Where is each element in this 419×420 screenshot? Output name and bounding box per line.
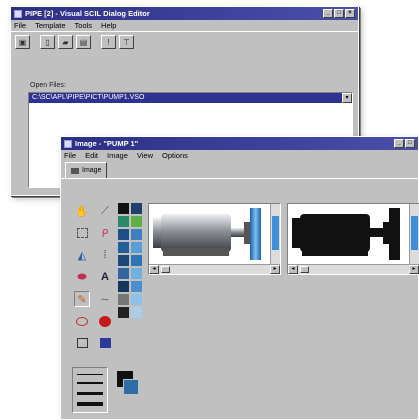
tab-image[interactable]: Image xyxy=(65,162,108,178)
line-width-option[interactable] xyxy=(77,374,103,375)
window-title: Image - "PUMP 1" xyxy=(75,139,139,148)
maximize-button[interactable]: □ xyxy=(405,139,415,148)
line-width-option[interactable] xyxy=(77,401,103,406)
color-swatch[interactable] xyxy=(118,281,129,292)
color-swatch[interactable] xyxy=(118,242,129,253)
chevron-down-icon[interactable]: ▾ xyxy=(342,93,352,103)
spray-icon[interactable]: ⁞ xyxy=(97,247,113,263)
lasso-icon[interactable]: ᑭ xyxy=(97,225,113,241)
line-width-option[interactable] xyxy=(77,382,103,385)
image-editor-window: Image - "PUMP 1" _ □ File Edit Image Vie… xyxy=(60,136,419,420)
open-icon[interactable]: ▰ xyxy=(58,35,73,49)
color-palette xyxy=(118,203,142,318)
text-icon[interactable]: A xyxy=(97,269,113,285)
close-button[interactable]: × xyxy=(345,9,355,18)
find-icon[interactable]: ⊤ xyxy=(119,35,134,49)
color-swatch[interactable] xyxy=(131,216,142,227)
app-icon xyxy=(64,139,72,148)
select-rect-icon[interactable] xyxy=(74,225,90,241)
pump-mask-image xyxy=(292,208,400,260)
window-title: PIPE [2] - Visual SCIL Dialog Editor xyxy=(25,9,150,18)
scroll-right-icon[interactable]: ▸ xyxy=(270,265,280,274)
menu-file[interactable]: File xyxy=(64,151,76,160)
color-swatch[interactable] xyxy=(131,203,142,214)
color-swatch[interactable] xyxy=(131,307,142,318)
menu-template[interactable]: Template xyxy=(35,21,65,30)
color-swatch[interactable] xyxy=(118,229,129,240)
menu-file[interactable]: File xyxy=(14,21,26,30)
line-width-option[interactable] xyxy=(77,391,103,395)
eyedropper-icon[interactable]: ⟋ xyxy=(97,203,113,219)
scroll-right-icon[interactable]: ▸ xyxy=(409,265,419,274)
current-colors[interactable] xyxy=(117,371,143,399)
new-icon[interactable]: ▯ xyxy=(40,35,55,49)
color-swatch[interactable] xyxy=(118,268,129,279)
toolbar: ▣ ▯ ▰ ▤ ! ⊤ xyxy=(11,31,358,52)
info-icon[interactable]: ! xyxy=(101,35,116,49)
color-swatch[interactable] xyxy=(118,307,129,318)
vertical-scrollbar[interactable] xyxy=(270,204,280,266)
menubar: File Edit Image View Options xyxy=(61,150,418,161)
menu-image[interactable]: Image xyxy=(107,151,128,160)
open-files-label: Open Files: xyxy=(30,82,66,89)
scroll-thumb[interactable] xyxy=(161,266,170,273)
color-swatch[interactable] xyxy=(118,203,129,214)
curve-icon[interactable]: ∼ xyxy=(97,291,113,307)
app-icon xyxy=(14,9,22,18)
color-swatch[interactable] xyxy=(131,229,142,240)
tab-row: Image xyxy=(61,161,418,179)
filled-rectangle-icon[interactable] xyxy=(97,335,113,351)
maximize-button[interactable]: □ xyxy=(334,9,344,18)
menu-tools[interactable]: Tools xyxy=(75,21,93,30)
image-canvas[interactable]: ◂ ▸ xyxy=(148,203,281,275)
mask-canvas[interactable]: ◂ ▸ xyxy=(287,203,419,275)
scroll-left-icon[interactable]: ◂ xyxy=(149,265,159,274)
list-item[interactable]: C:\SC\APL\PIPE\PICT\PUMP1.VSO xyxy=(29,93,342,103)
rectangle-icon[interactable] xyxy=(74,335,90,351)
line-width-selector[interactable] xyxy=(72,367,108,413)
ellipse-icon[interactable] xyxy=(74,313,90,329)
color-swatch[interactable] xyxy=(118,216,129,227)
color-swatch[interactable] xyxy=(118,294,129,305)
filled-ellipse-icon[interactable] xyxy=(97,313,113,329)
color-swatch[interactable] xyxy=(118,255,129,266)
pencil-icon[interactable]: ✎ xyxy=(74,291,90,307)
background-color[interactable] xyxy=(123,379,139,395)
scroll-thumb[interactable] xyxy=(300,266,309,273)
menu-edit[interactable]: Edit xyxy=(85,151,98,160)
image-editor-titlebar[interactable]: Image - "PUMP 1" _ □ xyxy=(61,137,418,150)
menu-options[interactable]: Options xyxy=(162,151,188,160)
horizontal-scrollbar[interactable]: ◂ ▸ xyxy=(149,264,280,274)
menubar: File Template Tools Help xyxy=(11,20,358,31)
horizontal-scrollbar[interactable]: ◂ ▸ xyxy=(288,264,419,274)
eraser-icon[interactable]: ⬬ xyxy=(74,269,90,285)
color-swatch[interactable] xyxy=(131,242,142,253)
color-swatch[interactable] xyxy=(131,294,142,305)
menu-view[interactable]: View xyxy=(137,151,153,160)
fill-icon[interactable]: ◭ xyxy=(74,247,90,263)
tab-label: Image xyxy=(82,167,102,174)
dialog-editor-titlebar[interactable]: PIPE [2] - Visual SCIL Dialog Editor _ □… xyxy=(11,7,358,20)
minimize-button[interactable]: _ xyxy=(323,9,333,18)
minimize-button[interactable]: _ xyxy=(394,139,404,148)
tool-palette: ✋ ⟋ ᑭ ◭ ⁞ ⬬ A ✎ ∼ xyxy=(74,203,113,351)
dialog-icon[interactable]: ▣ xyxy=(15,35,30,49)
menu-help[interactable]: Help xyxy=(101,21,116,30)
image-tab-icon xyxy=(71,167,79,174)
color-swatch[interactable] xyxy=(131,255,142,266)
scroll-left-icon[interactable]: ◂ xyxy=(288,265,298,274)
color-swatch[interactable] xyxy=(131,268,142,279)
color-swatch[interactable] xyxy=(131,281,142,292)
hand-icon[interactable]: ✋ xyxy=(74,203,90,219)
pump-color-image xyxy=(153,208,261,260)
save-icon[interactable]: ▤ xyxy=(76,35,91,49)
vertical-scrollbar[interactable] xyxy=(409,204,419,266)
